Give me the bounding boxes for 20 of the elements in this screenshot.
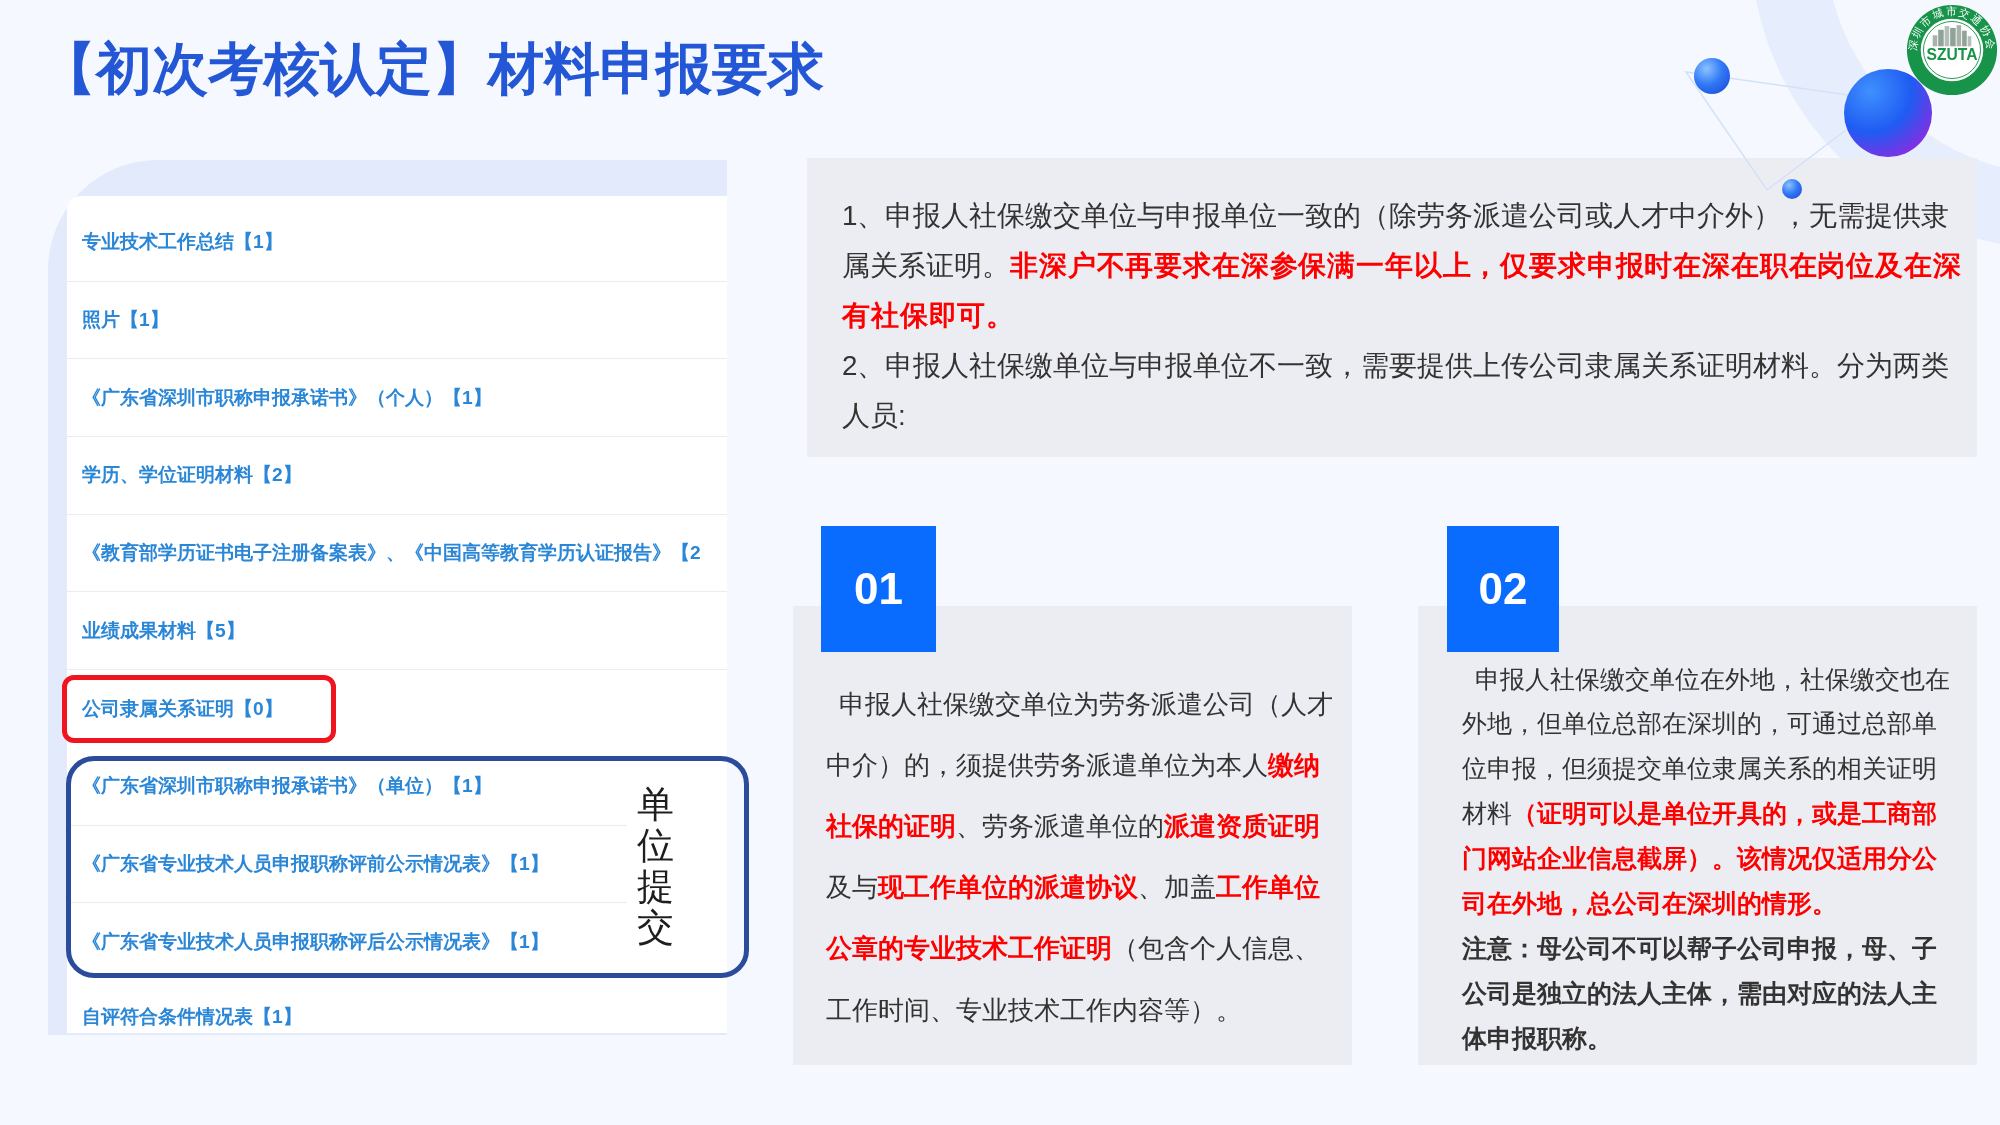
requirement-text: 1、申报人社保缴交单位与申报单位一致的（除劳务派遣公司或人才中介外），无需提供隶属关系证明。非深户不再要求在深参保满一年以上，仅要求申报时在深在职在岗位及在深有社保即可。 [842, 199, 1963, 333]
material-link[interactable]: 《广东省专业技术人员申报职称评后公示情况表》【1】 [82, 930, 549, 955]
material-link[interactable]: 专业技术工作总结【1】 [82, 230, 283, 255]
case-text: 申报人社保缴交单位为劳务派遣公司（人才中介）的，须提供劳务派遣单位为本人缴纳社保的证明、劳务派遣单位的派遣资质证明及与现工作单位的派遣协议、加盖工作单位公章的专业技术工作证明（包含个人信息、工作时间、专业技术工作内容等）。 [826, 688, 1334, 1026]
material-link[interactable]: 自评符合条件情况表【1】 [82, 1004, 302, 1029]
material-link[interactable]: 《广东省深圳市职称申报承诺书》（单位）【1】 [82, 774, 492, 799]
case-text: 申报人社保缴交单位在外地，社保缴交也在外地，但单位总部在深圳的，可通过总部单位申报，但须提交单位隶属关系的相关证明材料（证明可以是单位开具的，或是工商部门网站企业信息截屏）。该情况仅适用分公司在外地，总公司在深圳的情形。 [1462, 663, 1951, 920]
material-link[interactable]: 照片【1】 [82, 308, 169, 333]
group-label: 单位提交 [637, 785, 674, 949]
material-link[interactable]: 《广东省深圳市职称申报承诺书》（个人）【1】 [82, 385, 492, 410]
material-link[interactable]: 业绩成果材料【5】 [82, 618, 245, 643]
number-badge: 01 [821, 526, 936, 652]
material-link[interactable]: 公司隶属关系证明【0】 [82, 696, 283, 721]
requirement-text: 2、申报人社保缴单位与申报单位不一致，需要提供上传公司隶属关系证明材料。分为两类人员: [842, 349, 1951, 433]
material-link[interactable]: 《广东省专业技术人员申报职称评前公示情况表》【1】 [82, 851, 549, 876]
material-link[interactable]: 学历、学位证明材料【2】 [82, 463, 302, 488]
number-badge: 02 [1447, 526, 1559, 652]
material-link[interactable]: 《教育部学历证书电子注册备案表》、《中国高等教育学历认证报告》【2 [82, 541, 701, 566]
note-text: 注意：母公司不可以帮子公司申报，母、子公司是独立的法人主体，需由对应的法人主体申报职称。 [1462, 932, 1938, 1054]
slide-title: 【初次考核认定】材料申报要求 [40, 36, 824, 102]
